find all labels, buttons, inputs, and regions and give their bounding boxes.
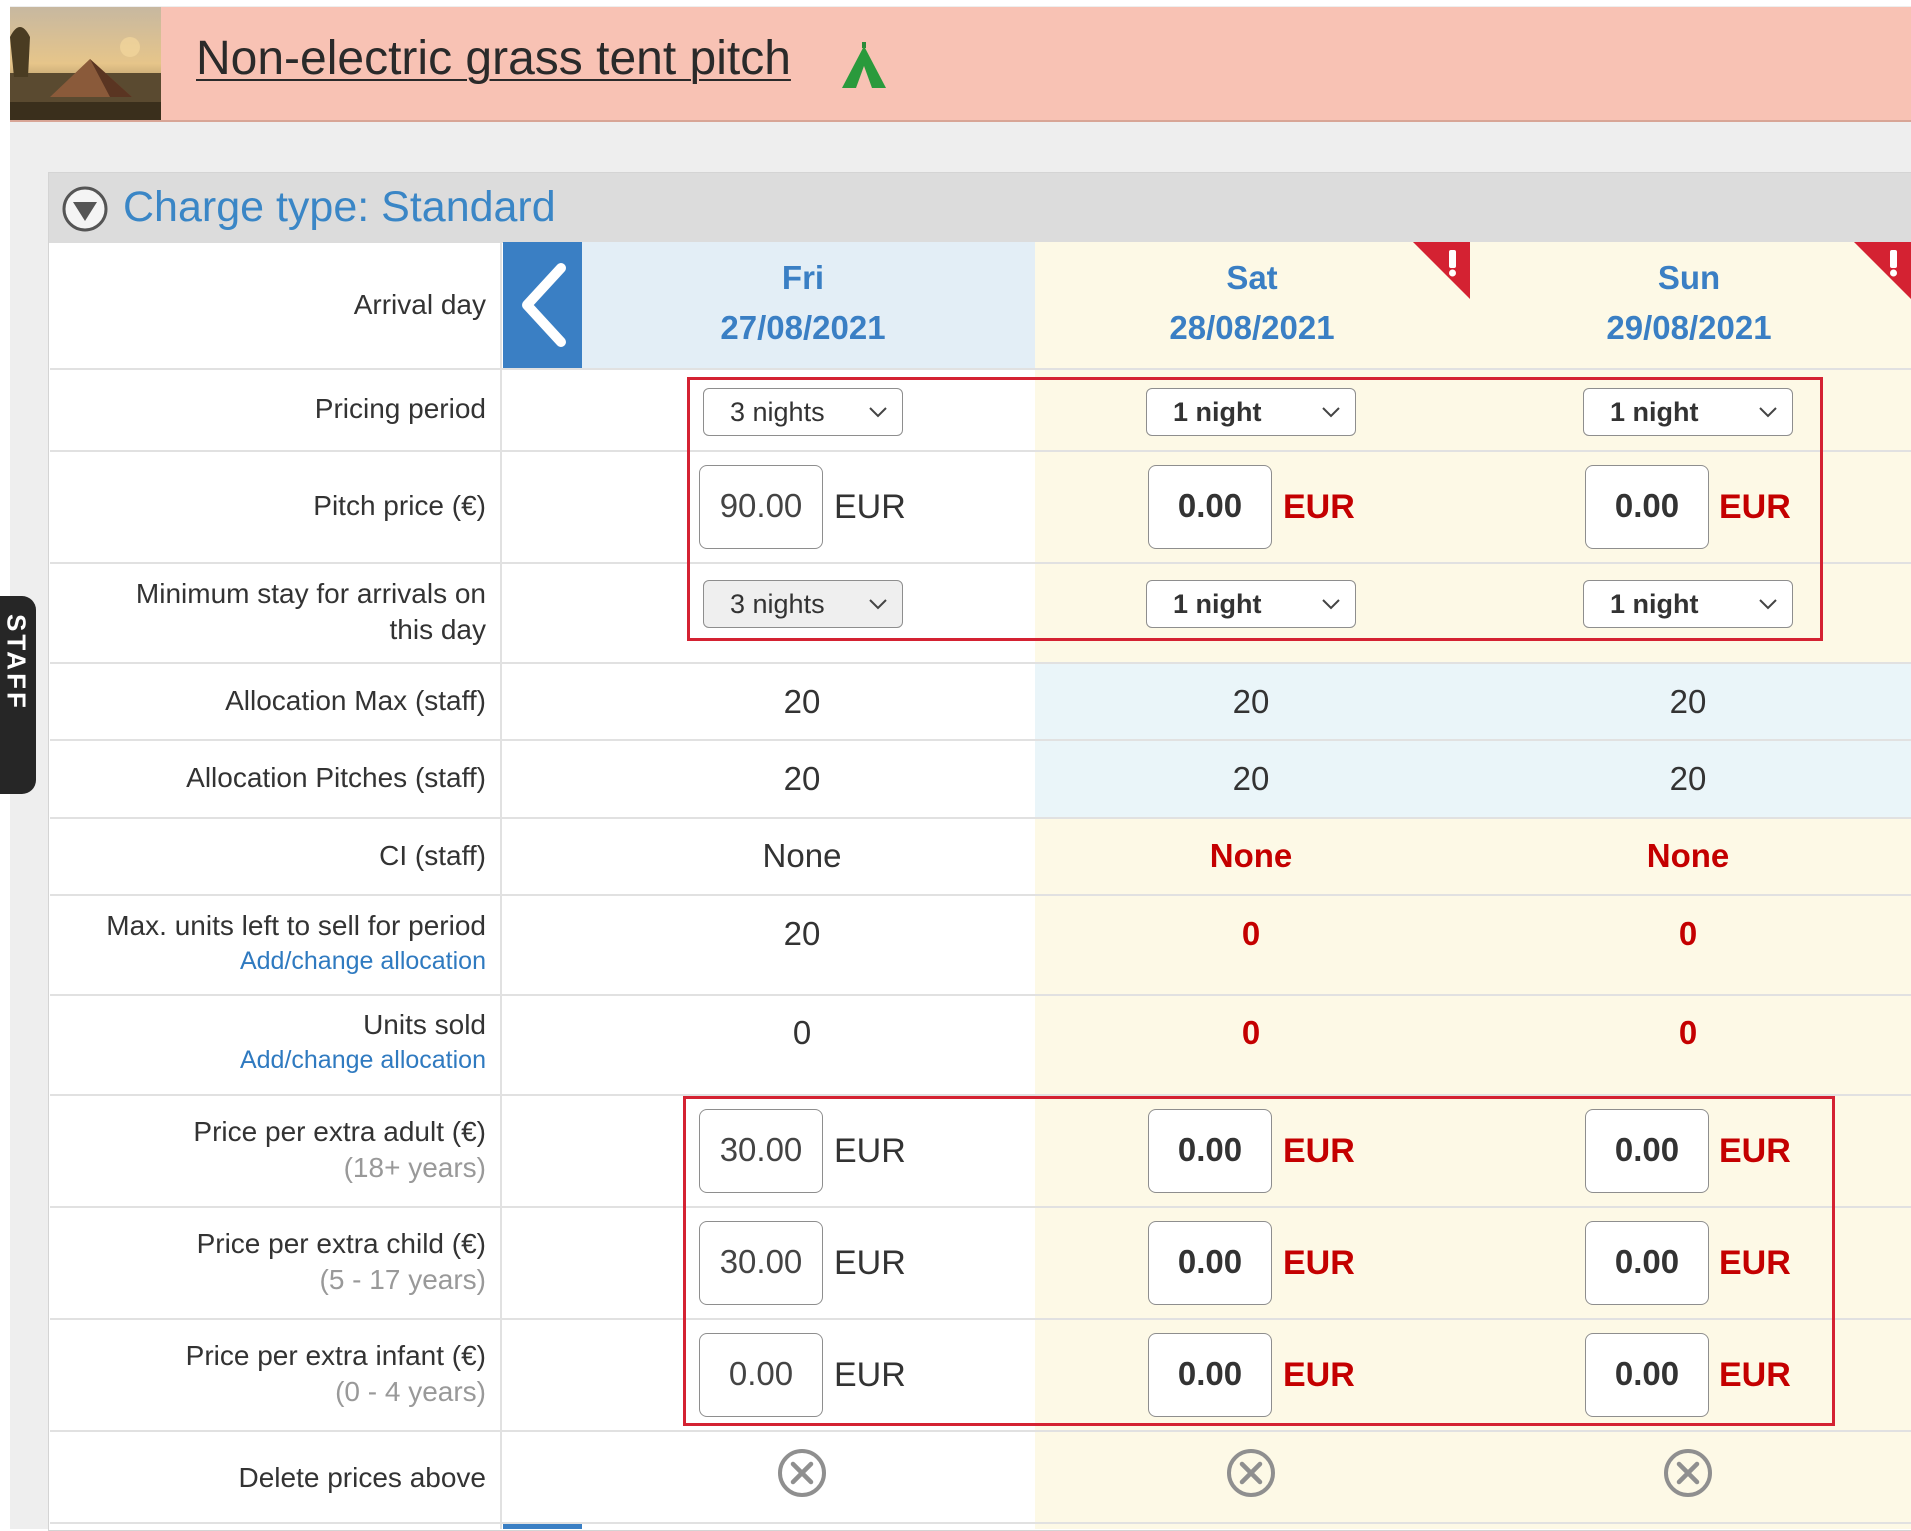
row-divider (50, 368, 1911, 370)
extra-child-age: (5 - 17 years) (319, 1264, 487, 1295)
max-units-fri: 20 (783, 915, 821, 952)
top-border (0, 0, 1911, 6)
row-label-alloc-pitches: Allocation Pitches (staff) (186, 762, 486, 793)
charge-panel-header[interactable]: Charge type: Standard (49, 173, 1911, 243)
row-label-max-units: Max. units left to sell for period Add/c… (60, 908, 486, 978)
units-sold-sat: 0 (1241, 1014, 1261, 1051)
previous-dates-button[interactable] (503, 242, 582, 368)
ci-sat: None (1209, 837, 1293, 874)
campsite-thumbnail[interactable] (10, 7, 161, 120)
delete-prices-fri-icon[interactable] (776, 1447, 828, 1499)
row-label-pitch-price: Pitch price (€) (313, 490, 486, 521)
extra-adult-age: (18+ years) (343, 1152, 486, 1183)
row-divider (50, 1430, 1911, 1432)
row-label-units-sold: Units sold Add/change allocation (60, 1007, 486, 1077)
extra-infant-label: Price per extra infant (€) (185, 1340, 486, 1371)
extra-adult-label: Price per extra adult (€) (193, 1116, 486, 1147)
units-sold-label: Units sold (363, 1009, 486, 1040)
day-header-sat: Sat 28/08/2021 (1102, 253, 1402, 353)
page-title[interactable]: Non-electric grass tent pitch (196, 31, 791, 86)
weekday-label: Sat (1226, 259, 1278, 296)
day-header-sun: Sun 29/08/2021 (1539, 253, 1839, 353)
staff-side-tab[interactable]: STAFF (0, 596, 36, 794)
row-label-delete-prices: Delete prices above (238, 1462, 486, 1493)
row-divider (50, 817, 1911, 819)
max-units-sat: 0 (1241, 915, 1261, 952)
row-label-arrival-day: Arrival day (353, 289, 486, 320)
units-sold-sun: 0 (1678, 1014, 1698, 1051)
row-divider (50, 662, 1911, 664)
highlight-box-top (687, 377, 1823, 641)
ci-fri: None (762, 837, 842, 874)
row-label-alloc-max: Allocation Max (staff) (225, 685, 486, 716)
date-label: 27/08/2021 (720, 309, 886, 346)
weekday-label: Sun (1657, 259, 1721, 296)
row-divider (50, 894, 1911, 896)
row-divider (50, 994, 1911, 996)
alloc-pitches-fri: 20 (783, 760, 821, 797)
delete-prices-sun-icon[interactable] (1662, 1447, 1714, 1499)
warning-flag-icon[interactable] (1413, 242, 1470, 299)
add-change-allocation-link[interactable]: Add/change allocation (60, 1043, 486, 1077)
label-column-divider (500, 242, 502, 1529)
weekday-label: Fri (781, 259, 825, 296)
alloc-max-sun: 20 (1669, 683, 1707, 720)
extra-child-label: Price per extra child (€) (196, 1228, 486, 1259)
alloc-pitches-sun: 20 (1669, 760, 1707, 797)
row-divider (50, 1522, 1911, 1524)
alloc-max-fri: 20 (783, 683, 821, 720)
staff-tab-label: STAFF (1, 614, 32, 711)
alloc-pitches-sat: 20 (1232, 760, 1270, 797)
row-label-extra-adult: Price per extra adult (€) (18+ years) (60, 1114, 486, 1186)
highlight-box-bottom (683, 1096, 1835, 1426)
alloc-max-sat: 20 (1232, 683, 1270, 720)
extra-infant-age: (0 - 4 years) (335, 1376, 486, 1407)
row-label-extra-child: Price per extra child (€) (5 - 17 years) (60, 1226, 486, 1298)
row-label-ci: CI (staff) (379, 840, 486, 871)
charge-type-title: Charge type: Standard (123, 183, 556, 231)
max-units-sun: 0 (1678, 915, 1698, 952)
date-label: 28/08/2021 (1169, 309, 1335, 346)
row-label-min-stay: Minimum stay for arrivals on this day (135, 578, 486, 645)
warning-flag-icon[interactable] (1854, 242, 1911, 299)
add-change-allocation-link[interactable]: Add/change allocation (60, 944, 486, 978)
units-sold-fri: 0 (792, 1014, 812, 1051)
delete-prices-sat-icon[interactable] (1225, 1447, 1277, 1499)
chevron-down-circle-icon[interactable] (61, 185, 109, 233)
accommodation-header: Non-electric grass tent pitch (10, 7, 1911, 122)
date-label: 29/08/2021 (1606, 309, 1772, 346)
tent-icon (842, 42, 886, 88)
row-divider (50, 739, 1911, 741)
row-label-pricing-period: Pricing period (314, 393, 486, 424)
row-label-extra-infant: Price per extra infant (€) (0 - 4 years) (60, 1338, 486, 1410)
day-header-fri: Fri 27/08/2021 (653, 253, 953, 353)
chevron-left-icon (522, 263, 566, 347)
ci-sun: None (1646, 837, 1730, 874)
scroll-indicator (503, 1524, 582, 1529)
max-units-label: Max. units left to sell for period (106, 910, 486, 941)
